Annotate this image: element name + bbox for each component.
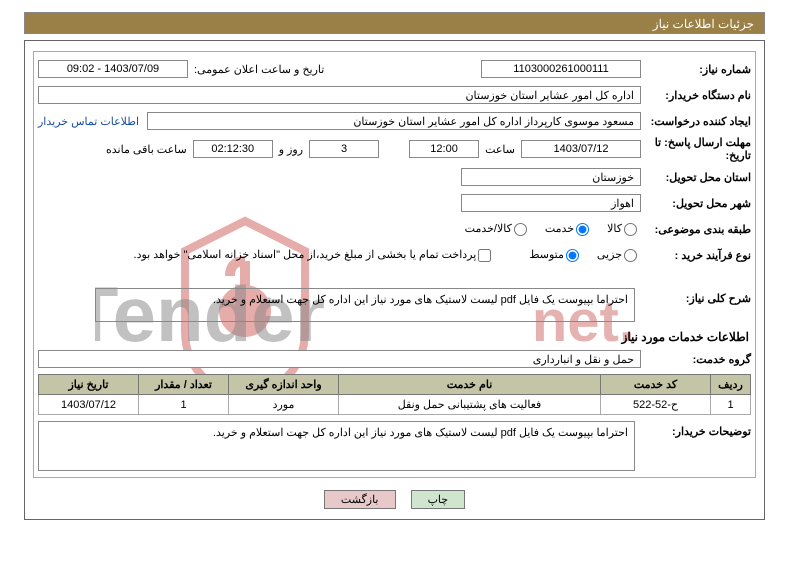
th-unit: واحد اندازه گیری — [229, 375, 339, 395]
th-name: نام خدمت — [339, 375, 601, 395]
time-word: ساعت — [479, 143, 521, 156]
page-title: جزئیات اطلاعات نیاز — [24, 12, 765, 34]
payment-note-check[interactable]: پرداخت تمام یا بخشی از مبلغ خرید،از محل … — [134, 248, 496, 262]
cell-name: فعالیت های پشتیبانی حمل ونقل — [339, 395, 601, 415]
need-number-label: شماره نیاز: — [641, 63, 751, 76]
overall-desc-label: شرح کلی نیاز: — [641, 288, 751, 305]
back-button[interactable]: بازگشت — [324, 490, 396, 509]
delivery-province-value: خوزستان — [461, 168, 641, 186]
services-info-title: اطلاعات خدمات مورد نیاز — [40, 330, 749, 344]
buyer-contact-link[interactable]: اطلاعات تماس خریدار — [38, 115, 147, 128]
countdown-value: 02:12:30 — [193, 140, 273, 158]
th-date: تاریخ نیاز — [39, 375, 139, 395]
publish-datetime-label: تاریخ و ساعت اعلان عمومی: — [188, 63, 330, 76]
table-header-row: ردیف کد خدمت نام خدمت واحد اندازه گیری ت… — [39, 375, 751, 395]
requester-value: مسعود موسوی کارپرداز اداره کل امور عشایر… — [147, 112, 641, 130]
buyer-org-value: اداره کل امور عشایر استان خوزستان — [38, 86, 641, 104]
cell-unit: مورد — [229, 395, 339, 415]
cell-date: 1403/07/12 — [39, 395, 139, 415]
buyer-notes-value: احتراما بپیوست یک فایل pdf لیست لاستیک ه… — [38, 421, 635, 471]
purchase-type-label: نوع فرآیند خرید : — [641, 249, 751, 262]
table-row: 1 ح-52-522 فعالیت های پشتیبانی حمل ونقل … — [39, 395, 751, 415]
cell-row: 1 — [711, 395, 751, 415]
cell-qty: 1 — [139, 395, 229, 415]
publish-datetime-value: 1403/07/09 - 09:02 — [38, 60, 188, 78]
remaining-suffix: ساعت باقی مانده — [100, 143, 193, 156]
deadline-time-value: 12:00 — [409, 140, 479, 158]
overall-desc-value: احتراما بپیوست یک فایل pdf لیست لاستیک ه… — [95, 288, 635, 322]
cell-code: ح-52-522 — [601, 395, 711, 415]
days-remaining-value: 3 — [309, 140, 379, 158]
requester-label: ایجاد کننده درخواست: — [641, 115, 751, 128]
radio-medium-input[interactable] — [566, 249, 579, 262]
payment-note-checkbox[interactable] — [478, 249, 491, 262]
radio-kala-input[interactable] — [624, 223, 637, 236]
radio-medium[interactable]: متوسط — [529, 248, 583, 262]
th-code: کد خدمت — [601, 375, 711, 395]
deadline-label: مهلت ارسال پاسخ: تا تاریخ: — [641, 136, 751, 162]
deadline-date-value: 1403/07/12 — [521, 140, 641, 158]
services-table: ردیف کد خدمت نام خدمت واحد اندازه گیری ت… — [38, 374, 751, 415]
print-button[interactable]: چاپ — [411, 490, 466, 509]
service-group-label: گروه خدمت: — [641, 353, 751, 366]
delivery-province-label: استان محل تحویل: — [641, 171, 751, 184]
radio-minor[interactable]: جزیی — [597, 248, 641, 262]
th-row: ردیف — [711, 375, 751, 395]
buyer-notes-label: توضیحات خریدار: — [641, 421, 751, 471]
buyer-org-label: نام دستگاه خریدار: — [641, 89, 751, 102]
outer-frame: AriaTender .net شماره نیاز: 110300026100… — [24, 40, 765, 520]
delivery-city-value: اهواز — [461, 194, 641, 212]
radio-minor-input[interactable] — [624, 249, 637, 262]
delivery-city-label: شهر محل تحویل: — [641, 197, 751, 210]
radio-service-input[interactable] — [576, 223, 589, 236]
inner-frame: شماره نیاز: 1103000261000111 تاریخ و ساع… — [33, 51, 756, 478]
radio-kala-service[interactable]: کالا/خدمت — [465, 222, 531, 236]
days-suffix: روز و — [273, 143, 309, 156]
radio-kala[interactable]: کالا — [607, 222, 641, 236]
radio-service[interactable]: خدمت — [545, 222, 593, 236]
service-group-value: حمل و نقل و انبارداری — [38, 350, 641, 368]
radio-kala-service-input[interactable] — [514, 223, 527, 236]
need-number-value: 1103000261000111 — [481, 60, 641, 78]
th-qty: تعداد / مقدار — [139, 375, 229, 395]
subject-class-label: طبقه بندی موضوعی: — [641, 223, 751, 236]
